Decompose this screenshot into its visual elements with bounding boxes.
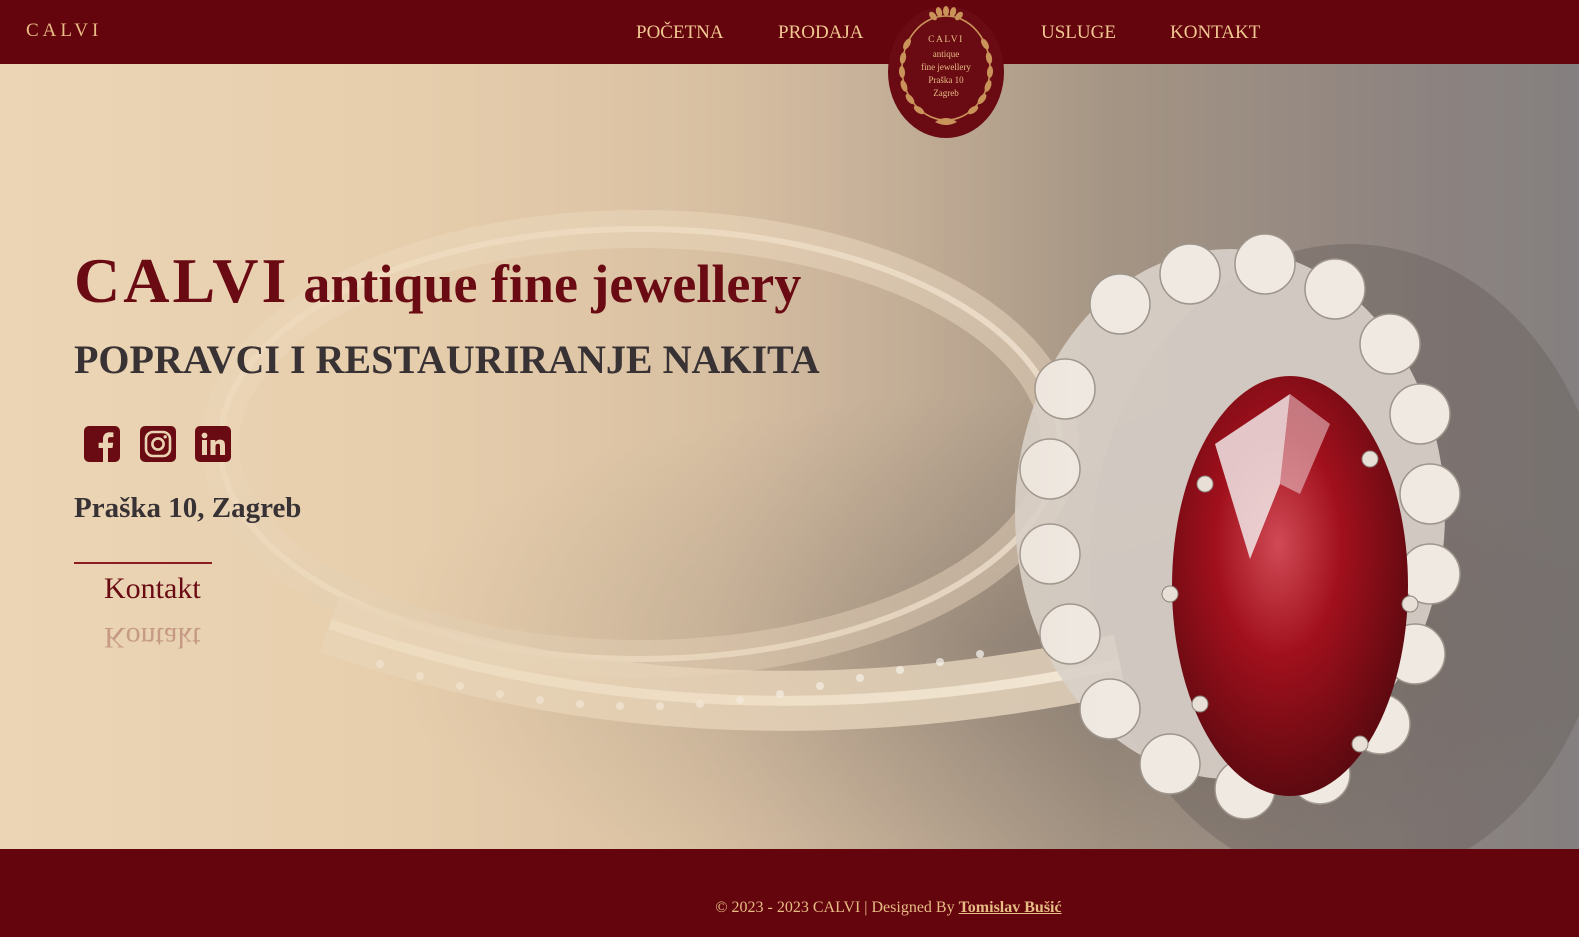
nav-link-kontakt[interactable]: KONTAKT xyxy=(1170,22,1260,44)
hero-title: CALVI antique fine jewellery xyxy=(74,244,801,318)
emblem-line-4: Zagreb xyxy=(933,88,959,98)
hero-section: CALVI antique fine jewellery POPRAVCI I R… xyxy=(0,64,1579,849)
site-footer: © 2023 - 2023 CALVI | Designed By Tomisl… xyxy=(0,849,1579,937)
nav-link-prodaja[interactable]: PRODAJA xyxy=(778,22,864,44)
emblem-line-1: antique xyxy=(932,49,960,59)
kontakt-button-label: Kontakt xyxy=(104,572,201,605)
emblem-line-2: fine jewellery xyxy=(921,62,971,72)
linkedin-icon[interactable] xyxy=(195,426,231,462)
hero-subtitle: POPRAVCI I RESTAURIRANJE NAKITA xyxy=(74,337,820,382)
hero-title-tagline: antique fine jewellery xyxy=(303,254,802,314)
ruby-ring-background-image xyxy=(0,64,1579,849)
brand-logo-text[interactable]: CALVI xyxy=(26,20,102,42)
footer-credits: © 2023 - 2023 CALVI | Designed By Tomisl… xyxy=(0,899,1579,917)
emblem-line-brand: CALVI xyxy=(928,35,964,45)
instagram-icon[interactable] xyxy=(140,426,176,462)
facebook-icon[interactable] xyxy=(84,426,120,462)
footer-designer-link[interactable]: Tomislav Bušić xyxy=(959,899,1062,916)
nav-link-pocetna[interactable]: POČETNA xyxy=(636,22,724,44)
site-header: CALVI POČETNA PRODAJA USLUGE KONTAKT xyxy=(0,0,1579,64)
emblem-line-3: Praška 10 xyxy=(928,75,964,85)
nav-link-usluge[interactable]: USLUGE xyxy=(1041,22,1116,44)
kontakt-button[interactable]: Kontakt xyxy=(74,562,212,612)
emblem-logo[interactable]: CALVI antique fine jewellery Praška 10 Z… xyxy=(887,4,1005,138)
store-address: Praška 10, Zagreb xyxy=(74,492,302,524)
hero-title-brand: CALVI xyxy=(74,245,290,316)
footer-copyright: © 2023 - 2023 CALVI | Designed By xyxy=(715,899,955,916)
